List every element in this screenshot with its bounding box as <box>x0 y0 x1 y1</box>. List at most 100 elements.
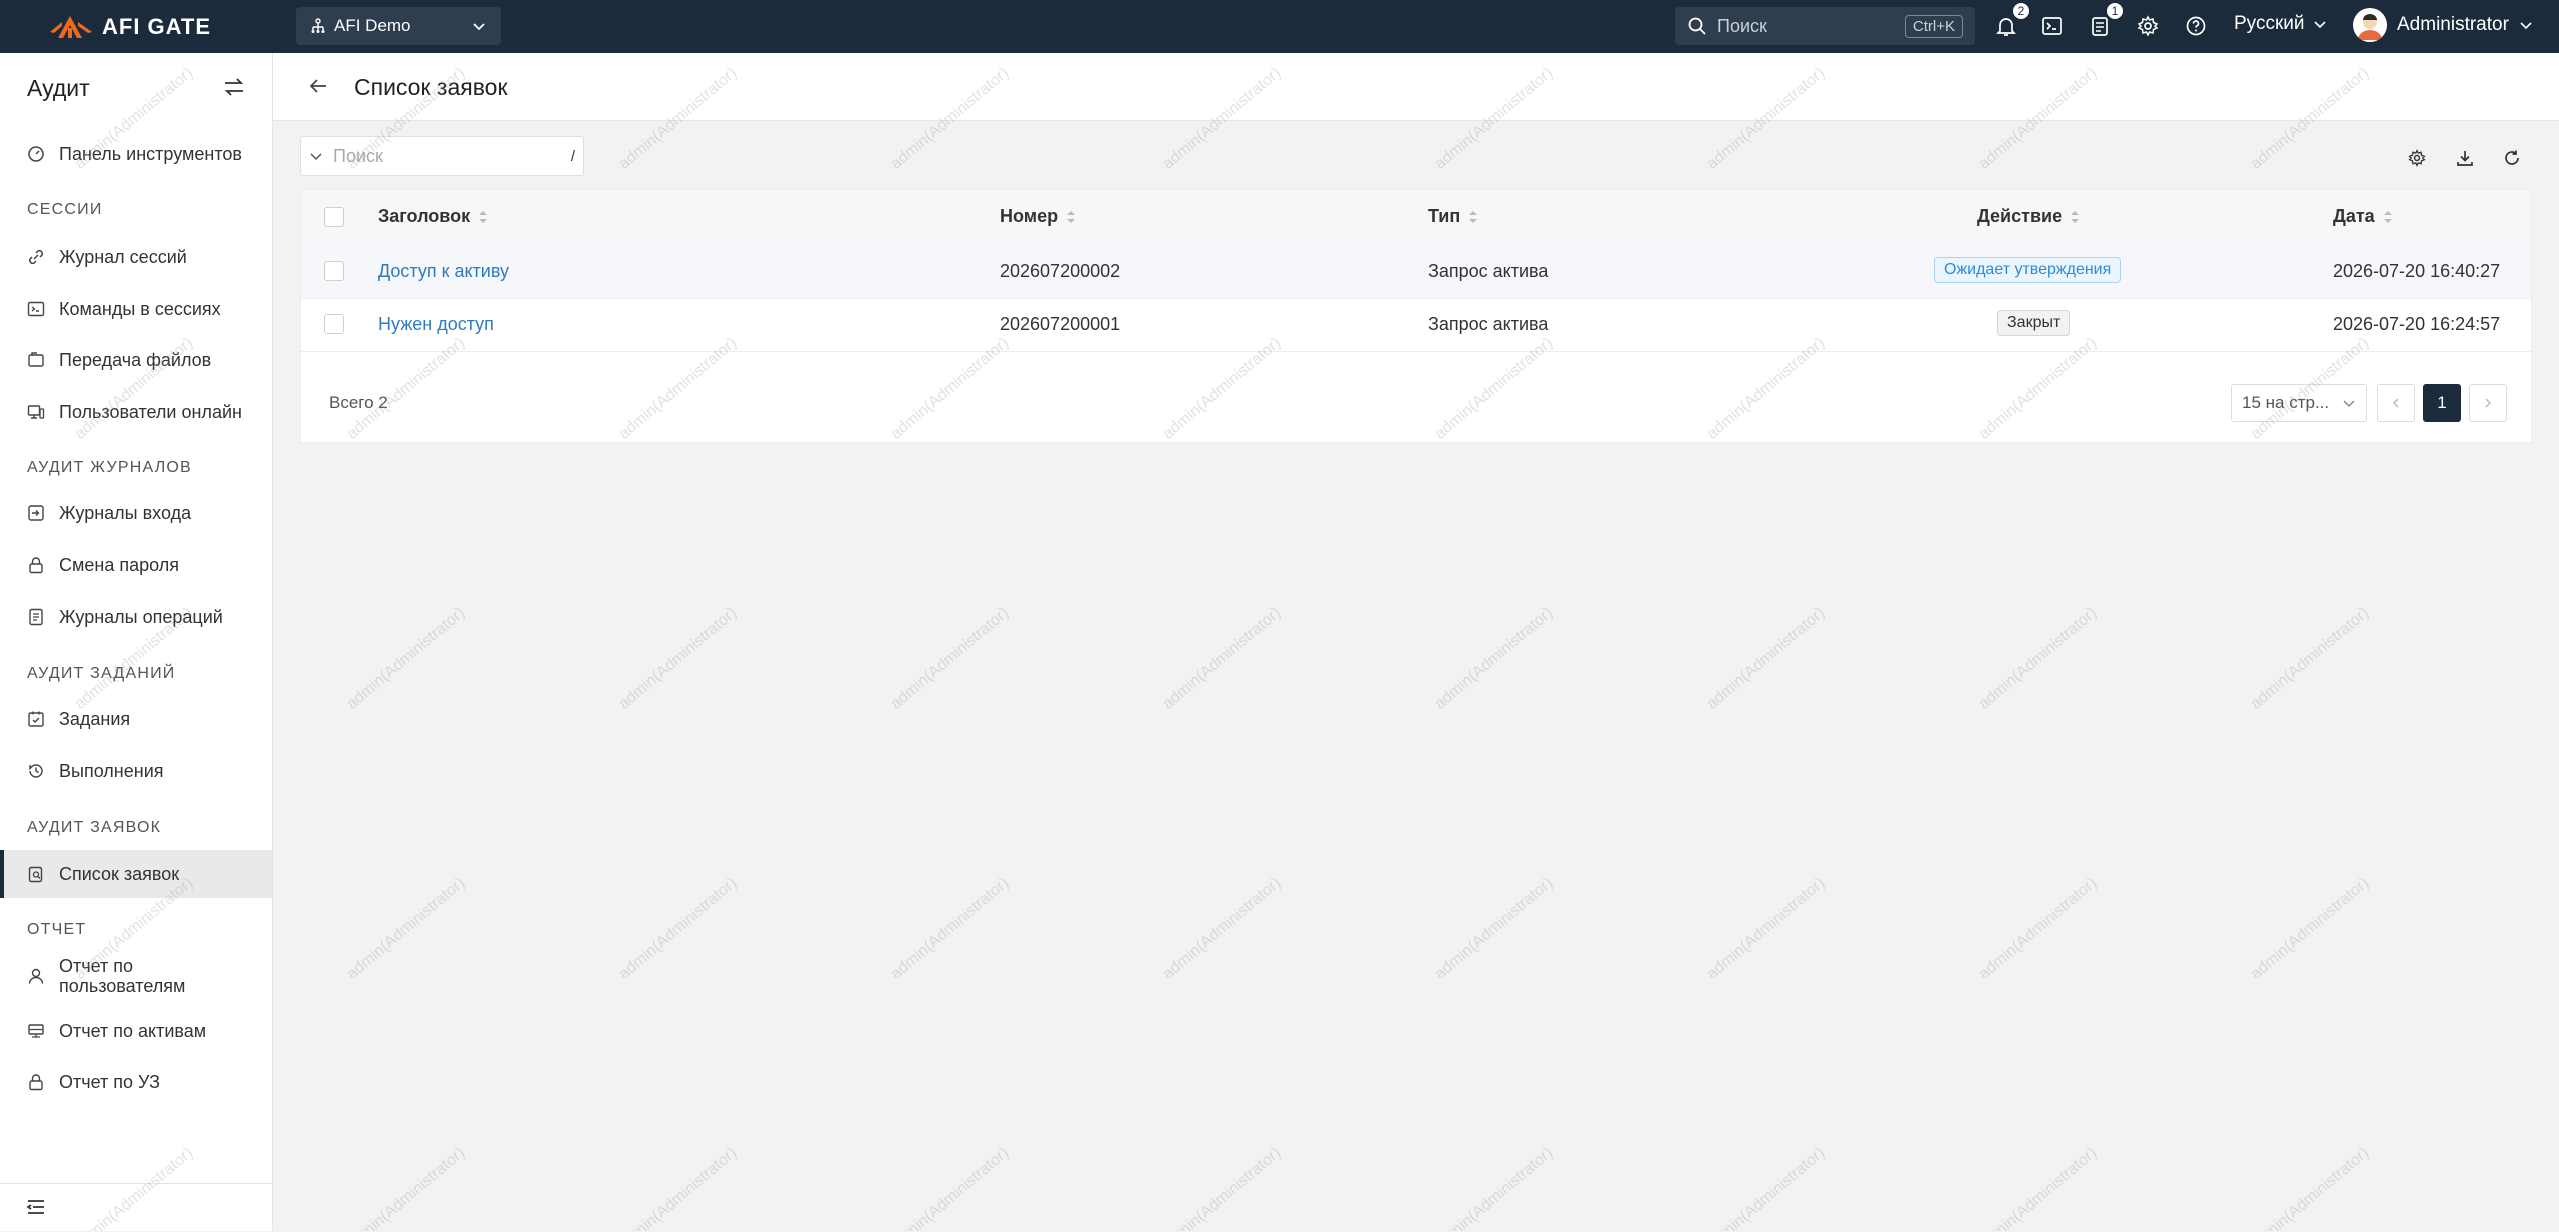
brand-name: AFI GATE <box>102 14 212 39</box>
user-avatar-icon <box>2353 8 2387 42</box>
help-button[interactable] <box>2182 12 2210 40</box>
sidebar-item-asset-report[interactable]: Отчет по активам <box>0 1007 272 1055</box>
link-icon <box>28 249 44 265</box>
ticket-date: 2026-07-20 16:40:27 <box>2333 261 2501 281</box>
column-header-type[interactable]: Тип <box>1428 206 1478 227</box>
page-number-button[interactable]: 1 <box>2423 384 2461 422</box>
chevron-down-icon <box>473 23 485 31</box>
column-header-label: Тип <box>1428 206 1461 226</box>
sidebar-item-account-report[interactable]: Отчет по УЗ <box>0 1058 272 1106</box>
user-menu[interactable]: Administrator <box>2353 8 2533 42</box>
back-button[interactable] <box>307 75 329 102</box>
table-search[interactable]: / <box>300 136 584 176</box>
sidebar-item-label: Панель инструментов <box>59 143 242 164</box>
next-page-button[interactable] <box>2469 384 2507 422</box>
table-settings-button[interactable] <box>2406 147 2428 169</box>
sidebar-item-label: Отчет по пользователям <box>59 956 185 996</box>
column-header-date[interactable]: Дата <box>2333 206 2393 227</box>
page-header: Список заявок <box>273 53 2559 121</box>
sidebar-item-dashboard[interactable]: Панель инструментов <box>0 130 272 178</box>
sidebar-title: Аудит <box>27 75 90 101</box>
select-all-checkbox[interactable] <box>324 207 344 227</box>
sort-icon <box>478 210 488 224</box>
settings-button[interactable] <box>2134 12 2162 40</box>
sidebar-item-jobs[interactable]: Задания <box>0 695 272 743</box>
total-count: Всего 2 <box>329 393 388 412</box>
status-badge: Закрыт <box>1997 310 2071 336</box>
ticket-number: 202607200001 <box>1000 314 1121 334</box>
global-search[interactable]: Поиск Ctrl+K <box>1675 7 1975 45</box>
switch-view-button[interactable] <box>222 75 246 104</box>
sidebar-item-password-change[interactable]: Смена пароля <box>0 541 272 589</box>
history-icon <box>29 764 43 778</box>
language-select[interactable]: Русский <box>2234 13 2327 35</box>
ticket-type: Запрос актива <box>1428 261 1549 281</box>
switch-arrows-icon <box>224 78 244 96</box>
file-transfer-icon <box>28 352 44 367</box>
table-row[interactable]: Нужен доступ 202607200001 Запрос актива … <box>301 298 2531 352</box>
ticket-type: Запрос актива <box>1428 314 1549 334</box>
ticket-number: 202607200002 <box>1000 261 1121 281</box>
sidebar: Аудит Панель инструментов СЕССИИ Журнал … <box>0 53 273 1231</box>
page-size-label: 15 на стр... <box>2242 393 2330 412</box>
web-terminal-button[interactable] <box>2038 12 2066 40</box>
sort-icon <box>2070 210 2080 224</box>
menu-collapse-icon <box>26 1200 44 1214</box>
sidebar-section-logs: АУДИТ ЖУРНАЛОВ <box>27 459 192 476</box>
tasks-badge: 1 <box>2106 2 2124 20</box>
ticket-date: 2026-07-20 16:24:57 <box>2333 314 2501 334</box>
watermark-text: admin(Administrator) <box>1703 1144 1829 1231</box>
sidebar-item-online-users[interactable]: Пользователи онлайн <box>0 388 272 436</box>
search-icon <box>1688 17 1706 35</box>
table-row[interactable]: Доступ к активу 202607200002 Запрос акти… <box>301 245 2531 299</box>
watermark-text: admin(Administrator) <box>343 874 469 983</box>
column-header-label: Номер <box>1000 206 1059 226</box>
column-header-title[interactable]: Заголовок <box>378 206 488 227</box>
column-header-action[interactable]: Действие <box>1977 206 2080 227</box>
notifications-button[interactable]: 2 <box>1992 2 2030 40</box>
brand-logo[interactable]: AFI GATE <box>48 10 211 44</box>
login-icon <box>28 505 44 521</box>
column-header-number[interactable]: Номер <box>1000 206 1076 227</box>
row-checkbox[interactable] <box>324 314 344 334</box>
sidebar-item-session-log[interactable]: Журнал сессий <box>0 233 272 281</box>
sidebar-item-ticket-list[interactable]: Список заявок <box>0 850 272 898</box>
watermark-text: admin(Administrator) <box>1159 604 1285 713</box>
table-search-input[interactable] <box>331 144 555 168</box>
sidebar-section-tickets: АУДИТ ЗАЯВОК <box>27 819 162 836</box>
tasks-button[interactable]: 1 <box>2086 2 2124 40</box>
user-icon <box>28 968 44 984</box>
organization-name: AFI Demo <box>334 16 411 35</box>
ticket-title-link[interactable]: Нужен доступ <box>378 314 494 335</box>
sidebar-item-label: Смена пароля <box>59 554 179 575</box>
sidebar-item-operation-logs[interactable]: Журналы операций <box>0 593 272 641</box>
sidebar-section-jobs: АУДИТ ЗАДАНИЙ <box>27 665 176 682</box>
calendar-check-icon <box>28 711 44 727</box>
export-button[interactable] <box>2454 147 2476 169</box>
chevron-right-icon <box>2485 398 2492 408</box>
watermark-text: admin(Administrator) <box>2247 1144 2373 1231</box>
organization-icon <box>311 18 325 33</box>
gear-icon <box>2137 15 2159 37</box>
page-title: Список заявок <box>354 74 508 100</box>
ticket-title-link[interactable]: Доступ к активу <box>378 261 509 282</box>
page-size-select[interactable]: 15 на стр... <box>2231 384 2367 422</box>
row-checkbox[interactable] <box>324 261 344 281</box>
watermark-text: admin(Administrator) <box>1975 1144 2101 1231</box>
refresh-button[interactable] <box>2501 147 2523 169</box>
sidebar-item-label-line-1: Отчет по <box>59 956 134 976</box>
sidebar-item-user-report[interactable]: Отчет по пользователям <box>0 948 272 1004</box>
sidebar-item-executions[interactable]: Выполнения <box>0 747 272 795</box>
collapse-sidebar-button[interactable] <box>26 1198 46 1221</box>
watermark-text: admin(Administrator) <box>1431 604 1557 713</box>
organization-select[interactable]: AFI Demo <box>296 7 501 45</box>
avatar <box>2353 8 2387 42</box>
arrow-left-icon <box>309 79 326 93</box>
sidebar-item-file-transfer[interactable]: Передача файлов <box>0 336 272 384</box>
watermark-text: admin(Administrator) <box>1159 874 1285 983</box>
sidebar-item-session-commands[interactable]: Команды в сессиях <box>0 285 272 333</box>
sidebar-item-label: Список заявок <box>59 863 180 884</box>
sidebar-item-login-logs[interactable]: Журналы входа <box>0 489 272 537</box>
prev-page-button[interactable] <box>2377 384 2415 422</box>
monitor-user-icon <box>27 405 45 419</box>
